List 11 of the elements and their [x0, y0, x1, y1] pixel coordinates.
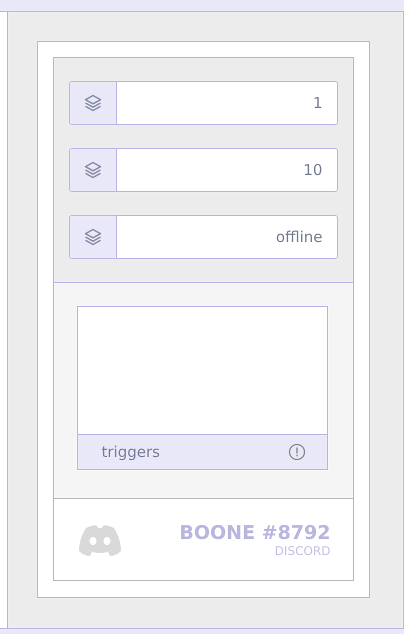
info-icon[interactable] — [288, 443, 306, 461]
layers-icon — [83, 93, 104, 113]
input-field[interactable]: 10 — [69, 148, 338, 192]
triggers-label: triggers — [101, 443, 160, 461]
platform-label: DISCORD — [274, 544, 330, 558]
layers-icon — [83, 227, 104, 247]
layers-icon — [83, 160, 104, 180]
profile-name: BOONE #8792 — [179, 522, 330, 544]
input-field[interactable]: offline — [69, 215, 338, 259]
input-field[interactable]: 1 — [69, 81, 338, 125]
gamepad-logo-icon — [77, 522, 124, 556]
